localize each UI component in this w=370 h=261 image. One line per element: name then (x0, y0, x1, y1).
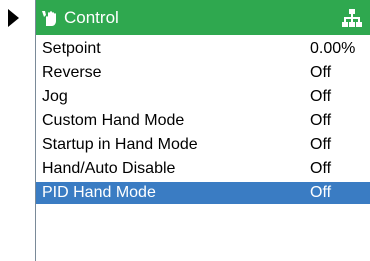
item-value: Off (310, 136, 332, 153)
item-value: Off (310, 184, 332, 201)
menu-header: Control (36, 0, 370, 35)
item-value: 0.00% (310, 40, 356, 57)
item-label: Reverse (42, 64, 102, 81)
hand-wrench-icon (40, 8, 60, 28)
list-item-setpoint[interactable]: Setpoint 0.00% (36, 38, 370, 60)
list-item-pid-hand-mode[interactable]: PID Hand Mode Off (36, 182, 370, 204)
control-screen: Control Setpoint 0.00% Reverse Off Jog O… (0, 0, 370, 261)
item-value: Off (310, 160, 332, 177)
item-value: Off (310, 64, 332, 81)
item-label: Hand/Auto Disable (42, 160, 176, 177)
item-label: Setpoint (42, 40, 101, 57)
selection-pointer-icon (8, 9, 19, 27)
network-tree-icon (342, 8, 362, 27)
list-item-hand-auto-disable[interactable]: Hand/Auto Disable Off (36, 158, 370, 180)
item-label: PID Hand Mode (42, 184, 156, 201)
list-item-jog[interactable]: Jog Off (36, 86, 370, 108)
menu-panel: Control Setpoint 0.00% Reverse Off Jog O… (35, 0, 370, 261)
item-label: Startup in Hand Mode (42, 136, 198, 153)
item-label: Jog (42, 88, 68, 105)
list-item-reverse[interactable]: Reverse Off (36, 62, 370, 84)
parameter-list: Setpoint 0.00% Reverse Off Jog Off Custo… (36, 35, 370, 204)
list-item-custom-hand-mode[interactable]: Custom Hand Mode Off (36, 110, 370, 132)
item-value: Off (310, 88, 332, 105)
item-label: Custom Hand Mode (42, 112, 185, 129)
page-title: Control (64, 7, 119, 27)
item-value: Off (310, 112, 332, 129)
list-item-startup-in-hand-mode[interactable]: Startup in Hand Mode Off (36, 134, 370, 156)
